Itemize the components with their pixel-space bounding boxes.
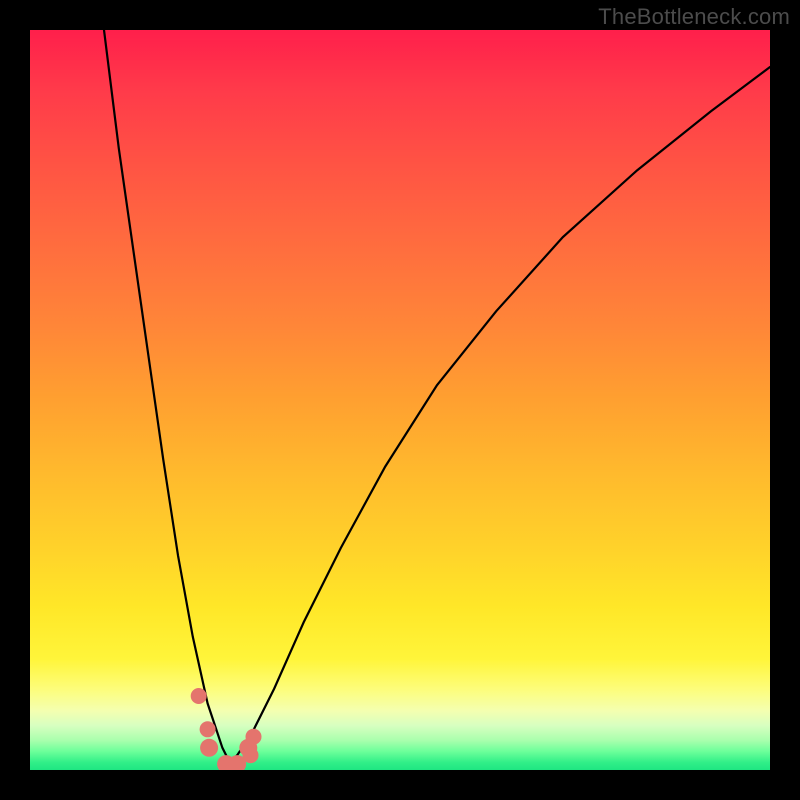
data-point xyxy=(191,688,207,704)
plot-area xyxy=(30,30,770,770)
chart-frame: TheBottleneck.com xyxy=(0,0,800,800)
data-point xyxy=(246,729,262,745)
data-point xyxy=(200,721,216,737)
highlight-points xyxy=(30,30,770,770)
data-point xyxy=(200,739,218,757)
data-point xyxy=(243,747,259,763)
watermark-text: TheBottleneck.com xyxy=(598,4,790,30)
